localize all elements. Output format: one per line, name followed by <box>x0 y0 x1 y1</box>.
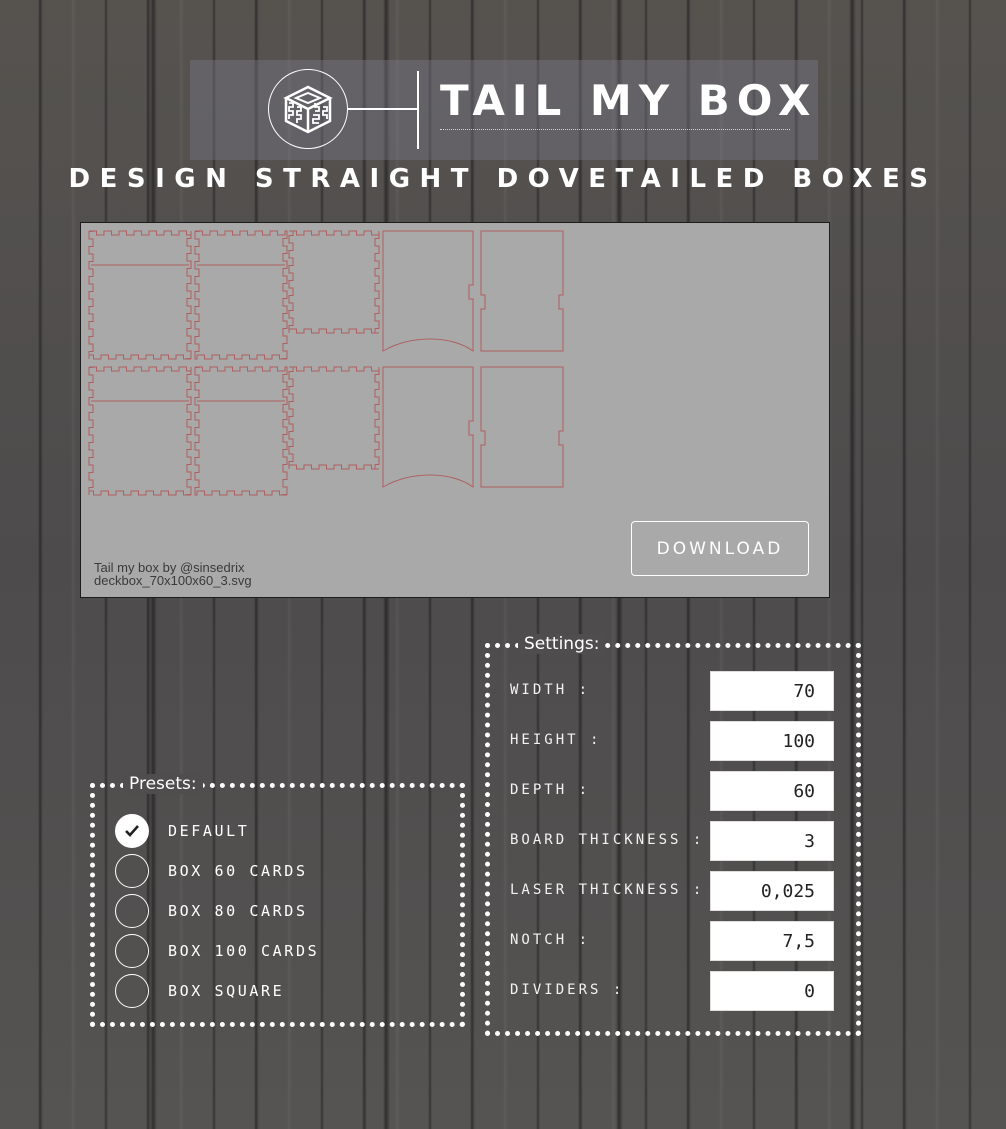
setting-label: WIDTH : <box>510 682 591 698</box>
credit-filename: deckbox_70x100x60_3.svg <box>94 573 252 588</box>
preset-label: BOX 80 CARDS <box>168 902 308 920</box>
setting-row: BOARD THICKNESS : <box>510 821 840 861</box>
setting-row: HEIGHT : <box>510 721 840 761</box>
setting-row: NOTCH : <box>510 921 840 961</box>
app-title: TAIL MY BOX <box>440 74 810 130</box>
presets-legend: Presets: <box>123 774 203 794</box>
checkmark-icon <box>125 825 139 837</box>
radio-unchecked-icon[interactable] <box>115 974 149 1008</box>
settings-panel: Settings: WIDTH : HEIGHT : DEPTH : BOARD TH… <box>485 634 861 1036</box>
radio-unchecked-icon[interactable] <box>115 934 149 968</box>
preset-option[interactable]: DEFAULT <box>115 814 249 848</box>
setting-row: WIDTH : <box>510 671 840 711</box>
preset-label: BOX 100 CARDS <box>168 942 320 960</box>
setting-input[interactable] <box>710 671 834 711</box>
setting-label: HEIGHT : <box>510 732 602 748</box>
setting-input[interactable] <box>710 821 834 861</box>
radio-unchecked-icon[interactable] <box>115 894 149 928</box>
logo <box>268 69 348 149</box>
preview-credit: Tail my box by @sinsedrix deckbox_70x100… <box>94 561 252 587</box>
preset-option[interactable]: BOX 60 CARDS <box>115 854 308 888</box>
setting-label: DIVIDERS : <box>510 982 625 998</box>
setting-row: DIVIDERS : <box>510 971 840 1011</box>
setting-row: DEPTH : <box>510 771 840 811</box>
preset-label: BOX 60 CARDS <box>168 862 308 880</box>
setting-label: BOARD THICKNESS : <box>510 832 705 848</box>
setting-input[interactable] <box>710 721 834 761</box>
setting-input[interactable] <box>710 971 834 1011</box>
preset-option[interactable]: BOX 80 CARDS <box>115 894 308 928</box>
settings-legend: Settings: <box>518 634 606 654</box>
page-subtitle: DESIGN STRAIGHT DOVETAILED BOXES <box>68 164 938 194</box>
radio-unchecked-icon[interactable] <box>115 854 149 888</box>
preset-option[interactable]: BOX SQUARE <box>115 974 284 1008</box>
radio-checked-icon[interactable] <box>115 814 149 848</box>
logo-divider-line <box>417 71 419 149</box>
setting-input[interactable] <box>710 921 834 961</box>
dovetail-box-icon <box>283 85 333 134</box>
preset-option[interactable]: BOX 100 CARDS <box>115 934 319 968</box>
setting-row: LASER THICKNESS : <box>510 871 840 911</box>
setting-label: NOTCH : <box>510 932 591 948</box>
preset-label: BOX SQUARE <box>168 982 285 1000</box>
presets-panel: Presets: DEFAULT BOX 60 CARDS BOX 80 CARDS… <box>90 774 465 1027</box>
setting-input[interactable] <box>710 771 834 811</box>
preset-label: DEFAULT <box>168 822 250 840</box>
download-button[interactable]: DOWNLOAD <box>631 521 809 576</box>
setting-label: DEPTH : <box>510 782 591 798</box>
logo-connector-line <box>348 108 418 110</box>
setting-label: LASER THICKNESS : <box>510 882 705 898</box>
svg-preview: Tail my box by @sinsedrix deckbox_70x100… <box>80 222 830 598</box>
setting-input[interactable] <box>710 871 834 911</box>
